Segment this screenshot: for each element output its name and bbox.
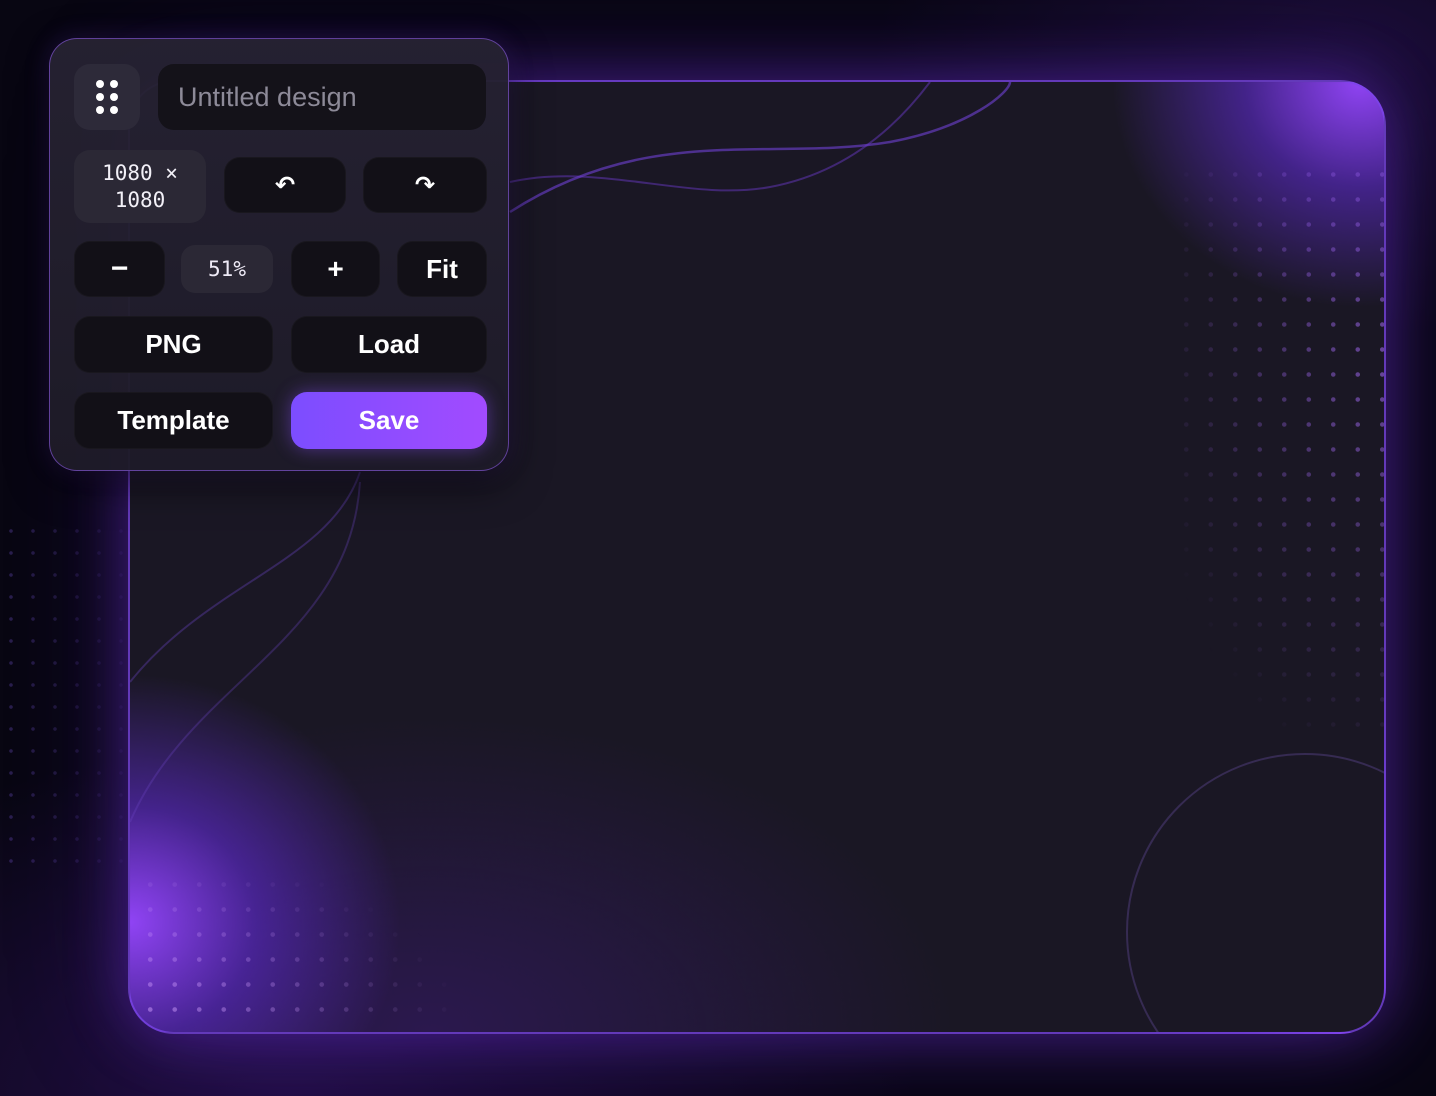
undo-icon: ↶ — [274, 171, 296, 199]
plus-icon: + — [327, 253, 344, 284]
redo-button[interactable]: ↷ — [363, 157, 487, 213]
fit-button[interactable]: Fit — [397, 241, 487, 297]
template-button[interactable]: Template — [74, 392, 273, 449]
minus-icon: − — [110, 252, 129, 285]
canvas-size-label: 1080 × 1080 — [102, 160, 178, 212]
load-button[interactable]: Load — [291, 316, 487, 373]
canvas-size-badge: 1080 × 1080 — [74, 150, 206, 223]
canvas-dot-pattern-bottom-left — [138, 872, 478, 1032]
drag-grip-icon[interactable] — [74, 64, 140, 130]
background-dot-pattern — [0, 520, 130, 880]
zoom-level: 51% — [181, 245, 273, 293]
redo-icon: ↷ — [414, 171, 436, 199]
canvas-dot-pattern-top-right — [1174, 162, 1384, 732]
zoom-in-button[interactable]: + — [291, 241, 380, 297]
zoom-out-button[interactable]: − — [74, 241, 165, 297]
toolbar-panel: 1080 × 1080 ↶ ↷ − 51% + Fit PNG Load Tem… — [49, 38, 509, 471]
editor-page: 1080 × 1080 ↶ ↷ − 51% + Fit PNG Load Tem… — [0, 0, 1436, 1096]
export-png-button[interactable]: PNG — [74, 316, 273, 373]
undo-button[interactable]: ↶ — [224, 157, 346, 213]
design-title-input[interactable] — [158, 64, 486, 130]
save-button[interactable]: Save — [291, 392, 487, 449]
